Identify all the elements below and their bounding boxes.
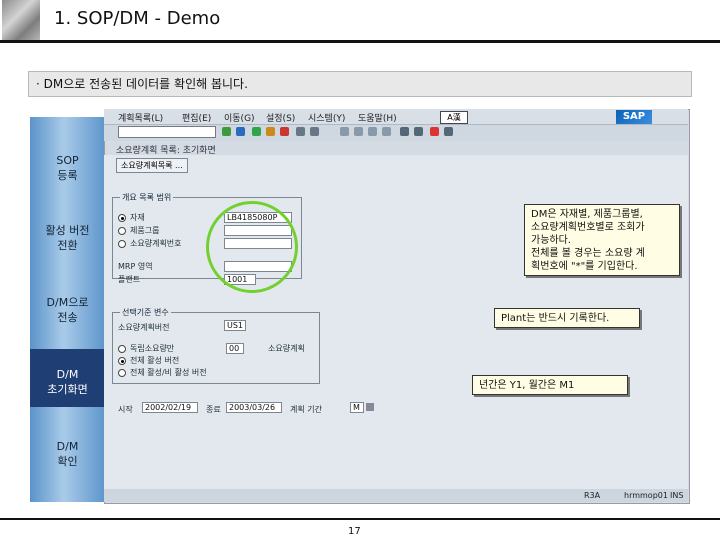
callout-dm-search: DM은 자재별, 제품그룹별, 소요량계획번호별로 조회가 가능하다. 전체를 … [524,204,680,276]
step-dm-check[interactable]: D/M 확인 [30,439,105,469]
save-icon[interactable] [236,127,245,136]
prev-page-icon[interactable] [354,127,363,136]
last-page-icon[interactable] [382,127,391,136]
subheader-button[interactable]: 소요량계획목록 ... [116,158,188,173]
callout-line: 가능하다. [531,235,571,246]
dropdown-icon[interactable] [366,403,374,411]
callout-line: 소요량계획번호별로 조회가 [531,222,645,233]
new-session-icon[interactable] [400,127,409,136]
step-label: 활성 버전 [45,224,90,237]
step-label: 초기화면 [47,383,88,396]
slide-title: 1. SOP/DM - Demo [54,8,221,29]
step-label: 등록 [57,169,78,182]
radio-label: 제품그룹 [130,226,160,235]
menu-item[interactable]: 도움말(H) [358,111,397,124]
menu-item[interactable]: 이동(G) [224,111,255,124]
period-label: 계획 기간 [290,405,322,414]
radio-label: 전체 활성/비 활성 버전 [130,368,207,377]
radio-label: 전체 활성 버전 [130,356,180,365]
back-icon[interactable] [252,127,261,136]
version-label: 소요량계획버전 [118,323,170,332]
enter-icon[interactable] [222,127,231,136]
radio-product-group[interactable] [118,227,126,235]
unit-label: 소요량계획 [268,344,305,353]
exit-icon[interactable] [266,127,275,136]
radio-all-active[interactable] [118,357,126,365]
status-server: hrmmop01 [624,491,668,500]
callout-line: 획번호에 "*"를 기입한다. [531,261,638,272]
group-title: 개요 목록 범위 [120,192,174,203]
step-dm-initial-screen[interactable]: D/M 초기화면 [30,349,105,407]
menu-item[interactable]: 계획목록(L) [118,111,163,124]
menu-item[interactable]: 편집(E) [182,111,211,124]
step-label: SOP [56,154,79,167]
radio-material[interactable] [118,214,126,222]
mrp-area-label: MRP 영역 [118,262,153,271]
print-icon[interactable] [296,127,305,136]
radio-mrp-number[interactable] [118,240,126,248]
find-icon[interactable] [310,127,319,136]
sap-statusbar: R3A hrmmop01 INS [104,489,688,502]
radio-label: 자재 [130,213,145,222]
command-field[interactable] [118,126,216,138]
sap-logo: SAP [616,110,652,124]
title-divider [0,40,720,43]
status-system: R3A [584,491,601,500]
callout-line: 전체를 볼 경우는 소요량 계 [531,248,645,259]
callout-line: DM은 자재별, 제품그룹별, [531,209,643,220]
company-logo-icon [2,0,40,40]
menu-item[interactable]: 시스템(Y) [308,111,345,124]
shortcut-icon[interactable] [414,127,423,136]
from-date-label: 시작 [118,405,133,414]
radio-label: 독립소요량만 [130,344,175,353]
step-sidebar: SOP 등록 활성 버전전환 D/M으로전송 D/M 초기화면 D/M 확인 [30,117,105,502]
help-icon[interactable] [430,127,439,136]
cancel-icon[interactable] [280,127,289,136]
ime-indicator[interactable]: A漢 [440,111,468,124]
instruction-text: · DM으로 전송된 데이터를 확인해 봅니다. [36,77,248,91]
sap-menubar: 계획목록(L) 편집(E) 이동(G) 설정(S) 시스템(Y) 도움말(H) [104,109,688,124]
status-mode: INS [670,491,684,500]
step-label: D/M으로 [46,296,89,309]
to-date-input[interactable]: 2003/03/26 [226,402,282,413]
footer-divider [0,518,720,520]
step-version-switch[interactable]: 활성 버전전환 [30,223,105,253]
page-number: 17 [348,526,361,537]
radio-independent[interactable] [118,345,126,353]
first-page-icon[interactable] [340,127,349,136]
version-input[interactable]: US1 [224,320,246,331]
step-label: D/M [56,440,79,453]
from-date-input[interactable]: 2002/02/19 [142,402,198,413]
highlight-ellipse [206,201,298,293]
screen-title: 소요량계획 목록: 초기화면 [104,141,688,156]
step-sop-register[interactable]: SOP 등록 [30,153,105,183]
group-title: 선택기준 변수 [120,307,171,318]
radio-label: 소요량계획번호 [130,239,182,248]
menu-item[interactable]: 설정(S) [266,111,295,124]
radio-all-versions[interactable] [118,369,126,377]
step-label: 전송 [57,311,78,324]
callout-period-format: 년간은 Y1, 월간은 M1 [472,375,628,395]
unit-input[interactable]: 00 [226,343,244,354]
step-label: D/M [56,368,79,381]
next-page-icon[interactable] [368,127,377,136]
layout-icon[interactable] [444,127,453,136]
to-date-label: 종료 [206,405,221,414]
step-label: 전환 [57,239,78,252]
plant-label: 플랜트 [118,275,141,284]
step-transfer-dm[interactable]: D/M으로전송 [30,295,105,325]
step-label: 확인 [57,455,78,468]
period-input[interactable]: M [350,402,364,413]
callout-plant-required: Plant는 반드시 기록한다. [494,308,640,328]
